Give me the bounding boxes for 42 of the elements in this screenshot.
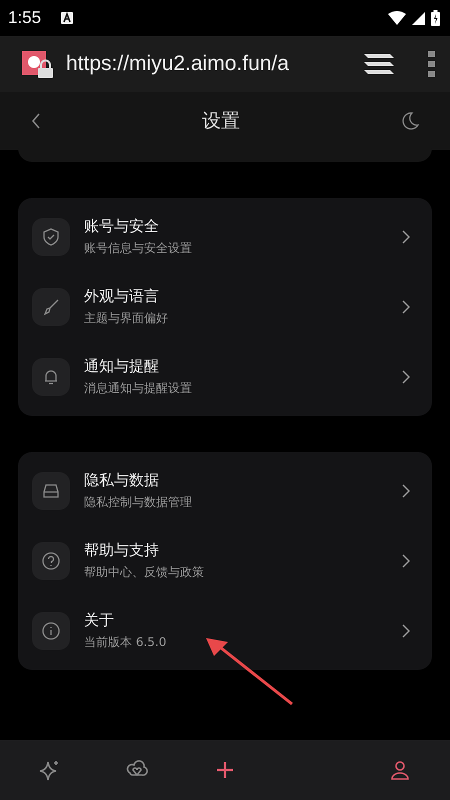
chevron-icon — [402, 370, 410, 384]
row-title: 账号与安全 — [84, 217, 159, 236]
row-title: 关于 — [84, 611, 114, 630]
chevron-icon — [402, 230, 410, 244]
back-icon[interactable] — [30, 112, 42, 130]
drive-icon — [43, 484, 59, 498]
row-title: 隐私与数据 — [84, 471, 159, 490]
row-subtitle: 消息通知与提醒设置 — [84, 380, 192, 397]
shield-icon — [43, 228, 59, 246]
chevron-icon — [402, 484, 410, 498]
signal-icon — [412, 12, 425, 24]
site-lock-icon — [22, 49, 56, 79]
moon-icon[interactable] — [400, 111, 420, 131]
row-subtitle: 主题与界面偏好 — [84, 310, 168, 327]
chevron-icon — [402, 624, 410, 638]
settings-row[interactable]: 通知与提醒 消息通知与提醒设置 — [18, 342, 432, 412]
chevron-icon — [402, 300, 410, 314]
row-title: 外观与语言 — [84, 287, 159, 306]
menu-icon[interactable] — [428, 51, 436, 77]
wifi-icon — [388, 11, 406, 25]
bell-icon — [44, 370, 58, 384]
row-title: 帮助与支持 — [84, 541, 159, 560]
settings-row[interactable]: 外观与语言 主题与界面偏好 — [18, 272, 432, 342]
row-subtitle: 隐私控制与数据管理 — [84, 494, 192, 511]
page-title: 设置 — [202, 109, 240, 134]
tabs-icon[interactable] — [364, 52, 394, 76]
brush-icon — [44, 299, 59, 316]
row-title: 通知与提醒 — [84, 357, 159, 376]
chevron-icon — [402, 554, 410, 568]
person-icon[interactable] — [389, 759, 412, 781]
sparkle-icon[interactable] — [38, 759, 61, 781]
row-subtitle: 帮助中心、反馈与政策 — [84, 564, 204, 581]
settings-row[interactable]: 隐私与数据 隐私控制与数据管理 — [18, 456, 432, 526]
battery-icon — [431, 10, 440, 26]
row-subtitle: 账号信息与安全设置 — [84, 240, 192, 257]
notification-icon — [61, 12, 74, 24]
settings-row[interactable]: 账号与安全 账号信息与安全设置 — [18, 202, 432, 272]
help-icon — [42, 552, 60, 570]
row-subtitle: 当前版本 6.5.0 — [84, 634, 166, 651]
info-icon — [42, 622, 60, 640]
status-time: 1:55 — [8, 8, 42, 28]
settings-row[interactable]: 帮助与支持 帮助中心、反馈与政策 — [18, 526, 432, 596]
